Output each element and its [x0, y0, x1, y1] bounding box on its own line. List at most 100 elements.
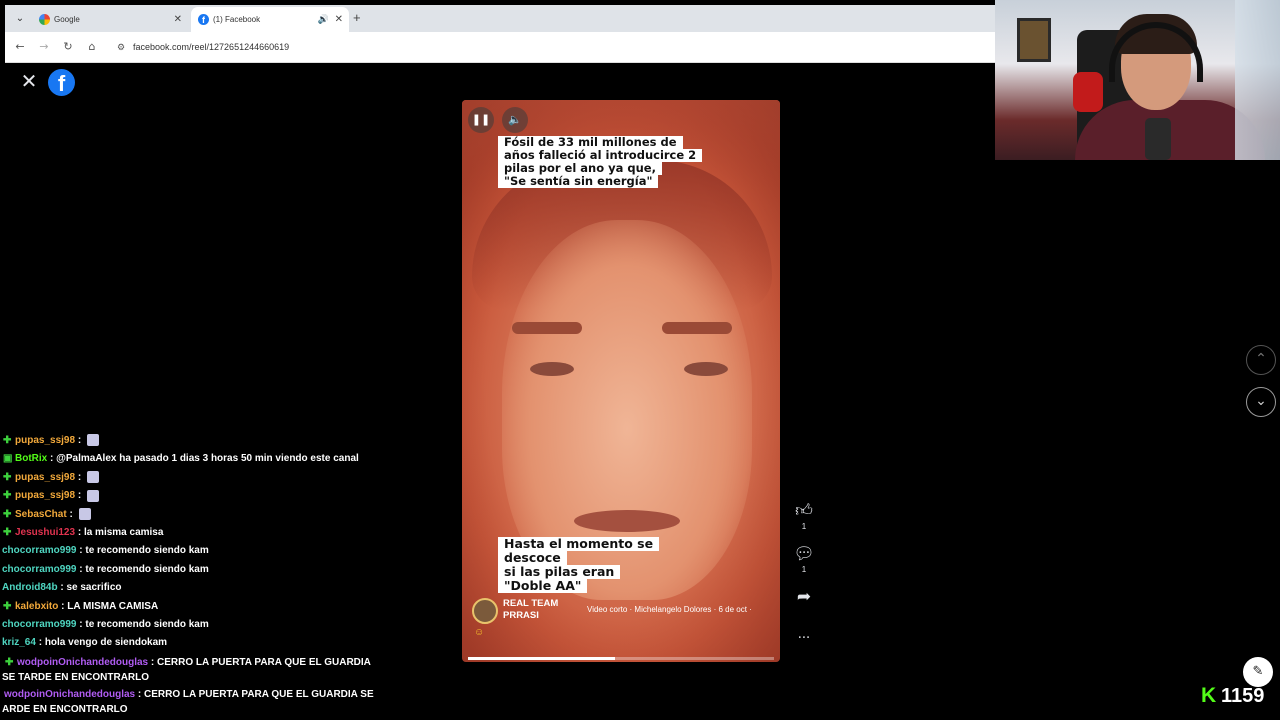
- like-button[interactable]: 👍︎ 1: [793, 502, 815, 532]
- chat-emote-icon: [86, 434, 99, 447]
- chat-message: ✚ pupas_ssj98 :: [0, 469, 420, 487]
- author-name[interactable]: REAL TEAM PRRASI: [503, 598, 583, 622]
- author-avatar[interactable]: [472, 598, 498, 624]
- caption-line: "Doble AA": [498, 579, 588, 593]
- chat-text: hola vengo de siendokam: [44, 637, 168, 649]
- chat-emote-icon: [86, 471, 99, 484]
- chat-badge-icon: ✚: [3, 527, 12, 539]
- streamer-webcam: [995, 0, 1280, 160]
- tab-close-icon[interactable]: ✕: [174, 7, 182, 32]
- close-reel-icon[interactable]: ✕: [20, 71, 38, 91]
- forward-arrow-icon[interactable]: →: [37, 40, 51, 54]
- chat-separator: :: [58, 600, 68, 612]
- home-icon[interactable]: ⌂: [85, 40, 99, 54]
- chat-username[interactable]: SebasChat: [15, 509, 67, 520]
- chat-username[interactable]: Android84b: [2, 582, 58, 593]
- more-icon: ···: [797, 631, 811, 646]
- chat-separator: :: [75, 527, 84, 539]
- chat-separator: :: [35, 637, 45, 649]
- chat-username[interactable]: Jesushui123: [15, 527, 75, 538]
- caption-line: "Se sentía sin energía": [498, 175, 659, 188]
- chat-separator: :: [47, 453, 57, 465]
- reload-icon[interactable]: ↻: [61, 40, 75, 54]
- chat-text: te recomendo siendo kam: [85, 563, 209, 575]
- url-text: facebook.com/reel/1272651244660619: [133, 42, 290, 52]
- site-settings-icon[interactable]: ⚙: [117, 36, 125, 58]
- facebook-favicon-icon: f: [198, 14, 209, 25]
- chat-text: te recomendo siendo kam: [85, 545, 209, 557]
- chat-separator: :: [66, 508, 76, 520]
- caption-bottom: Hasta el momento se descoce si las pilas…: [498, 537, 660, 593]
- chat-username[interactable]: kalebxito: [15, 601, 58, 612]
- address-bar[interactable]: ⚙ facebook.com/reel/1272651244660619: [111, 36, 981, 58]
- navigation-bar: ← → ↻ ⌂ ⚙ facebook.com/reel/127265124466…: [5, 32, 995, 63]
- chat-separator: :: [75, 490, 84, 502]
- reel-video[interactable]: ❚❚ 🔈 Fósil de 33 mil millones de años fa…: [462, 100, 780, 662]
- back-arrow-icon[interactable]: ←: [13, 40, 27, 54]
- caption-line: Hasta el momento se: [498, 537, 660, 551]
- tab-close-icon[interactable]: ✕: [335, 7, 343, 32]
- caption-line: si las pilas eran: [498, 565, 621, 579]
- comment-count: 1: [801, 565, 807, 574]
- stream-chat: ✚ pupas_ssj98 : ▣ BotRix : @PalmaAlex ha p…: [0, 432, 420, 717]
- chat-username[interactable]: chocorramo999: [2, 564, 76, 575]
- tab-google[interactable]: Google ✕: [32, 7, 188, 32]
- tab-title: (1) Facebook: [213, 15, 261, 24]
- chat-username[interactable]: chocorramo999: [2, 545, 76, 556]
- chat-message: wodpoinOnichandedouglas : CERRO LA PUERT…: [0, 685, 380, 717]
- tab-strip: ⌄ Google ✕ f (1) Facebook 🔊 ✕ +: [5, 5, 995, 32]
- chat-badge-icon: ✚: [3, 490, 12, 502]
- chat-username[interactable]: wodpoinOnichandedouglas: [17, 657, 148, 668]
- share-button[interactable]: ➦: [793, 588, 815, 606]
- chat-username[interactable]: chocorramo999: [2, 619, 76, 630]
- like-count: 1: [801, 522, 807, 531]
- reel-meta: Video corto · Michelangelo Dolores · 6 d…: [587, 605, 752, 614]
- chat-badge-icon: ✚: [5, 656, 14, 668]
- google-favicon-icon: [39, 14, 50, 25]
- chat-message: chocorramo999 : te recomendo siendo kam: [0, 616, 420, 634]
- video-progress-bar[interactable]: [468, 657, 774, 660]
- window-curtain: [1235, 0, 1280, 160]
- chat-badge-icon: ✚: [3, 435, 12, 446]
- chat-emote-icon: [86, 489, 99, 502]
- chat-separator: :: [75, 471, 84, 483]
- emoji-icon: ☺: [474, 627, 485, 638]
- chat-username[interactable]: pupas_ssj98: [15, 435, 75, 446]
- chat-message: ✚ Jesushui123 : la misma camisa: [0, 524, 420, 542]
- chat-text: te recomendo siendo kam: [85, 619, 209, 631]
- chat-badge-icon: ✚: [3, 508, 12, 520]
- caption-line: descoce: [498, 551, 567, 565]
- more-button[interactable]: ···: [793, 630, 815, 648]
- chat-username[interactable]: pupas_ssj98: [15, 490, 75, 501]
- tab-audio-icon[interactable]: 🔊: [318, 7, 329, 32]
- screen: ⌄ Google ✕ f (1) Facebook 🔊 ✕ + ← → ↻ ⌂ …: [0, 0, 1280, 720]
- tab-search-icon[interactable]: ⌄: [13, 12, 27, 26]
- next-reel-button[interactable]: ⌄: [1246, 387, 1276, 417]
- caption-top: Fósil de 33 mil millones de años falleci…: [498, 136, 703, 188]
- chat-username[interactable]: kriz_64: [2, 637, 36, 648]
- chat-text: la misma camisa: [83, 527, 164, 539]
- chat-badge-icon: ✚: [3, 471, 12, 483]
- chat-message: ✚ SebasChat :: [0, 506, 420, 524]
- chat-badge-icon: ✚: [3, 600, 12, 612]
- edit-icon[interactable]: ✎: [1243, 657, 1273, 687]
- volume-icon[interactable]: 🔈: [502, 107, 528, 133]
- chat-message: ✚ kalebxito : LA MISMA CAMISA: [0, 598, 420, 616]
- chat-separator: :: [148, 656, 157, 668]
- new-tab-button[interactable]: +: [353, 11, 361, 25]
- facebook-logo-icon[interactable]: f: [48, 69, 75, 96]
- chat-username[interactable]: BotRix: [15, 453, 47, 464]
- chat-username[interactable]: pupas_ssj98: [15, 472, 75, 483]
- chat-text: @PalmaAlex ha pasado 1 dias 3 horas 50 m…: [56, 453, 359, 465]
- chat-message: kriz_64 : hola vengo de siendokam: [0, 634, 420, 652]
- share-icon: ➦: [796, 587, 812, 607]
- chat-message: Android84b : se sacrifico: [0, 579, 420, 597]
- chat-username[interactable]: wodpoinOnichandedouglas: [4, 689, 135, 700]
- comment-button[interactable]: 💬︎ 1: [793, 545, 815, 575]
- previous-reel-button[interactable]: ⌃: [1246, 345, 1276, 375]
- chat-message: ✚ wodpoinOnichandedouglas : CERRO LA PUER…: [0, 653, 380, 685]
- tab-facebook[interactable]: f (1) Facebook 🔊 ✕: [191, 7, 349, 32]
- pause-icon[interactable]: ❚❚: [468, 107, 494, 133]
- chat-badge-icon: ▣: [3, 453, 13, 465]
- chat-separator: :: [135, 688, 144, 700]
